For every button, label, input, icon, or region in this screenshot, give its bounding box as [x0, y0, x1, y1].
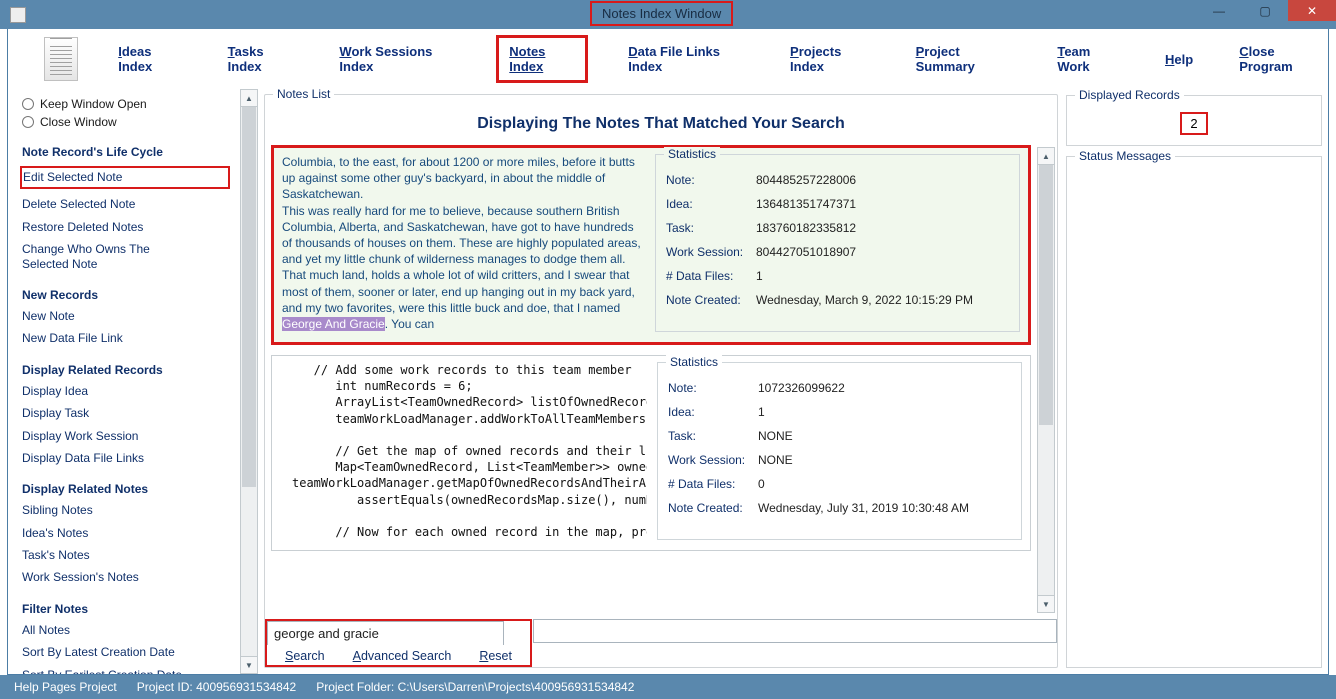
note-statistics: Statistics Note:804485257228006 Idea:136…: [655, 154, 1020, 332]
displayed-records-panel: Displayed Records 2: [1066, 95, 1322, 146]
sort-earliest-creation[interactable]: Sort By Earilest Creation Date: [22, 668, 230, 674]
displayed-records-legend: Displayed Records: [1075, 88, 1184, 102]
left-sidebar: Keep Window Open Close Window Note Recor…: [8, 89, 240, 674]
notes-vertical-scrollbar[interactable]: ▲ ▼: [1037, 147, 1055, 613]
displayed-records-value: 2: [1180, 112, 1207, 135]
edit-selected-note[interactable]: Edit Selected Note: [20, 166, 230, 189]
tasks-notes[interactable]: Task's Notes: [22, 548, 230, 562]
right-panel: Displayed Records 2 Status Messages: [1064, 89, 1328, 674]
menu-data-file-links-index[interactable]: Data File Links Index: [622, 40, 750, 78]
display-work-session[interactable]: Display Work Session: [22, 429, 230, 443]
status-project-folder: Project Folder: C:\Users\Darren\Projects…: [316, 680, 634, 694]
scroll-thumb[interactable]: [242, 107, 256, 487]
menu-work-sessions-index[interactable]: Work Sessions Index: [333, 40, 462, 78]
display-idea[interactable]: Display Idea: [22, 384, 230, 398]
search-input[interactable]: [267, 621, 504, 645]
search-match-highlight: George And Gracie: [282, 317, 385, 331]
note-card-selected[interactable]: Columbia, to the east, for about 1200 or…: [271, 145, 1031, 345]
delete-selected-note[interactable]: Delete Selected Note: [22, 197, 230, 211]
scroll-thumb[interactable]: [1039, 165, 1053, 425]
status-bar: Help Pages Project Project ID: 400956931…: [0, 675, 1336, 699]
menu-ideas-index[interactable]: Ideas Index: [112, 40, 187, 78]
display-data-file-links[interactable]: Display Data File Links: [22, 451, 230, 465]
left-vertical-scrollbar[interactable]: ▲ ▼: [240, 89, 258, 674]
note-card[interactable]: // Add some work records to this team me…: [271, 355, 1031, 551]
search-button[interactable]: Search: [285, 649, 325, 663]
minimize-button[interactable]: —: [1196, 0, 1242, 21]
new-data-file-link[interactable]: New Data File Link: [22, 331, 230, 345]
change-note-owner[interactable]: Change Who Owns The Selected Note: [22, 242, 192, 271]
statistics-legend: Statistics: [666, 355, 722, 369]
restore-deleted-notes[interactable]: Restore Deleted Notes: [22, 220, 230, 234]
status-help-project: Help Pages Project: [14, 680, 117, 694]
notes-list-panel: Notes List Displaying The Notes That Mat…: [264, 94, 1058, 668]
note-body-text: // Add some work records to this team me…: [292, 362, 647, 540]
menu-close-program[interactable]: Close Program: [1233, 40, 1328, 78]
menu-notes-index[interactable]: Notes Index: [496, 35, 588, 83]
reset-button[interactable]: Reset: [479, 649, 512, 663]
notes-search-heading: Displaying The Notes That Matched Your S…: [265, 95, 1057, 145]
menu-project-summary[interactable]: Project Summary: [910, 40, 1018, 78]
scroll-down-icon[interactable]: ▼: [241, 656, 257, 673]
title-highlight: Notes Index Window: [590, 1, 733, 26]
maximize-button[interactable]: ▢: [1242, 0, 1288, 21]
display-related-notes-header: Display Related Notes: [22, 482, 230, 496]
menu-tasks-index[interactable]: Tasks Index: [222, 40, 300, 78]
status-messages-panel: Status Messages: [1066, 156, 1322, 668]
close-window-button[interactable]: ✕: [1288, 0, 1336, 21]
menu-projects-index[interactable]: Projects Index: [784, 40, 876, 78]
note-statistics: Statistics Note:1072326099622 Idea:1 Tas…: [657, 362, 1022, 540]
statistics-legend: Statistics: [664, 147, 720, 161]
status-messages-legend: Status Messages: [1075, 149, 1175, 163]
scroll-up-icon[interactable]: ▲: [241, 90, 257, 107]
scroll-up-icon[interactable]: ▲: [1038, 148, 1054, 165]
search-highlight-box: Search Advanced Search Reset: [265, 619, 532, 667]
window-title: Notes Index Window: [592, 3, 731, 24]
all-notes[interactable]: All Notes: [22, 623, 230, 637]
new-note[interactable]: New Note: [22, 309, 230, 323]
title-bar: Notes Index Window — ▢ ✕: [0, 0, 1336, 29]
menu-team-work[interactable]: Team Work: [1051, 40, 1125, 78]
sibling-notes[interactable]: Sibling Notes: [22, 503, 230, 517]
search-input-extended[interactable]: [533, 619, 1057, 643]
notes-list-legend: Notes List: [273, 87, 334, 101]
close-window-radio[interactable]: Close Window: [22, 115, 230, 129]
system-icon: [10, 7, 26, 23]
document-icon: [44, 37, 78, 81]
app-body: Ideas Index Tasks Index Work Sessions In…: [7, 29, 1329, 675]
menu-help[interactable]: Help: [1159, 48, 1199, 71]
work-sessions-notes[interactable]: Work Session's Notes: [22, 570, 230, 584]
keep-window-open-radio[interactable]: Keep Window Open: [22, 97, 230, 111]
new-records-header: New Records: [22, 288, 230, 302]
note-body-text: Columbia, to the east, for about 1200 or…: [282, 154, 645, 332]
display-task[interactable]: Display Task: [22, 406, 230, 420]
ideas-notes[interactable]: Idea's Notes: [22, 526, 230, 540]
advanced-search-button[interactable]: Advanced Search: [353, 649, 452, 663]
life-cycle-header: Note Record's Life Cycle: [22, 145, 230, 159]
status-project-id: Project ID: 400956931534842: [137, 680, 296, 694]
filter-notes-header: Filter Notes: [22, 602, 230, 616]
sort-latest-creation[interactable]: Sort By Latest Creation Date: [22, 645, 230, 659]
menu-bar: Ideas Index Tasks Index Work Sessions In…: [8, 29, 1328, 89]
search-bar: Search Advanced Search Reset: [265, 619, 1057, 667]
scroll-down-icon[interactable]: ▼: [1038, 595, 1054, 612]
display-related-records-header: Display Related Records: [22, 363, 230, 377]
